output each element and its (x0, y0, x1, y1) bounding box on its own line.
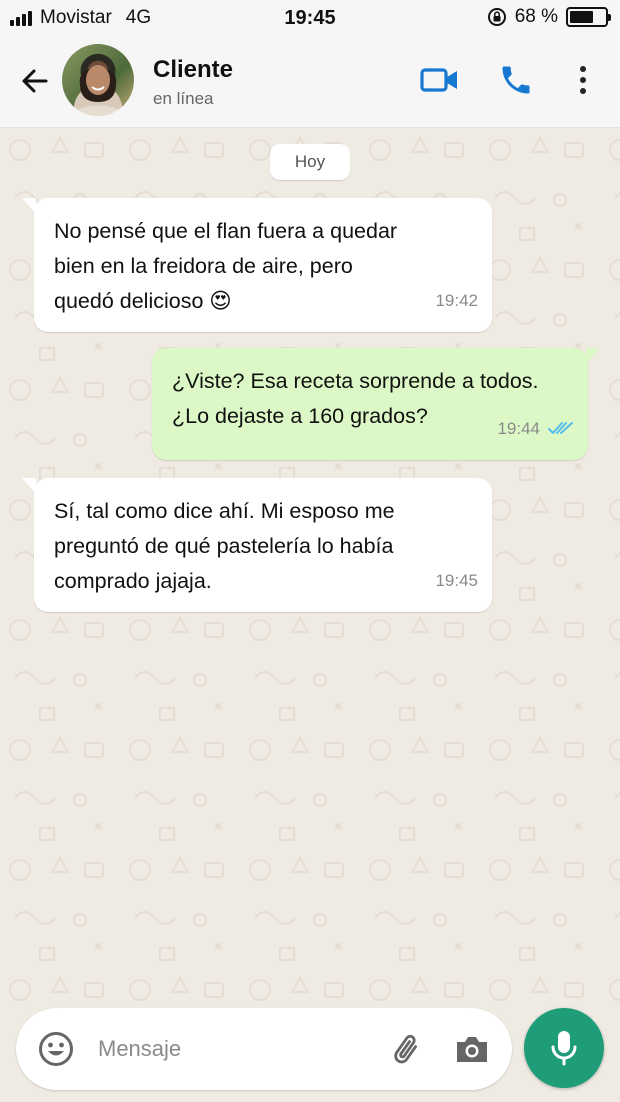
message-text: Sí, tal como dice ahí. Mi esposo me preg… (54, 494, 472, 599)
avatar[interactable] (62, 44, 134, 116)
smiley-icon[interactable] (38, 1031, 74, 1067)
paperclip-icon[interactable] (390, 1032, 426, 1068)
message-timestamp: 19:42 (435, 283, 478, 318)
battery-fill (570, 11, 594, 23)
message-line: comprado jajaja. (54, 569, 212, 593)
message-time: 19:45 (435, 571, 478, 590)
message-line: bien en la freidora de aire, pero (54, 254, 353, 278)
message-timestamp: 19:44 (497, 411, 574, 446)
message-input[interactable] (98, 1028, 378, 1070)
message-line: No pensé que el flan fuera a quedar (54, 219, 398, 243)
microphone-icon (551, 1031, 577, 1066)
status-left: Movistar 4G (10, 7, 151, 29)
contact-name[interactable]: Cliente (153, 56, 233, 84)
status-right: 68 % (487, 6, 611, 28)
arrow-left-icon[interactable] (18, 64, 52, 98)
camera-icon[interactable] (454, 1032, 490, 1066)
message-line: ¿Viste? Esa receta sorprende a todos. (172, 369, 539, 393)
rotation-lock-icon (487, 8, 506, 26)
message-time: 19:42 (435, 291, 478, 310)
status-bar: Movistar 4G 19:45 68 % (0, 0, 620, 38)
microphone-button[interactable] (524, 1008, 604, 1088)
message-text: No pensé que el flan fuera a quedar bien… (54, 214, 472, 319)
network-label: 4G (125, 7, 152, 28)
battery-icon (566, 7, 611, 27)
avatar-portrait (72, 65, 124, 116)
message-bubble-outgoing[interactable]: ¿Viste? Esa receta sorprende a todos. ¿L… (152, 348, 600, 460)
message-bubble-incoming[interactable]: No pensé que el flan fuera a quedar bien… (22, 198, 492, 332)
message-time: 19:44 (497, 419, 540, 438)
signal-icon (10, 10, 32, 26)
carrier-label: Movistar (40, 7, 112, 28)
message-bubble-incoming[interactable]: Sí, tal como dice ahí. Mi esposo me preg… (22, 478, 492, 612)
contact-status: en línea (153, 89, 214, 108)
double-check-read-icon (548, 421, 573, 434)
day-separator: Hoy (270, 144, 350, 180)
video-camera-icon[interactable] (420, 62, 460, 98)
more-vertical-icon[interactable] (572, 62, 594, 98)
chat-header: Cliente en línea (0, 38, 620, 128)
message-line: quedó delicioso 😍 (54, 289, 232, 313)
battery-percent: 68 % (514, 6, 558, 27)
message-line: preguntó de qué pastelería lo había (54, 534, 394, 558)
message-line: Sí, tal como dice ahí. Mi esposo me (54, 499, 395, 523)
message-timestamp: 19:45 (435, 563, 478, 598)
composer-bar (16, 1008, 512, 1090)
phone-icon[interactable] (498, 62, 534, 98)
chat-area[interactable]: Hoy No pensé que el flan fuera a quedar … (0, 128, 620, 1008)
